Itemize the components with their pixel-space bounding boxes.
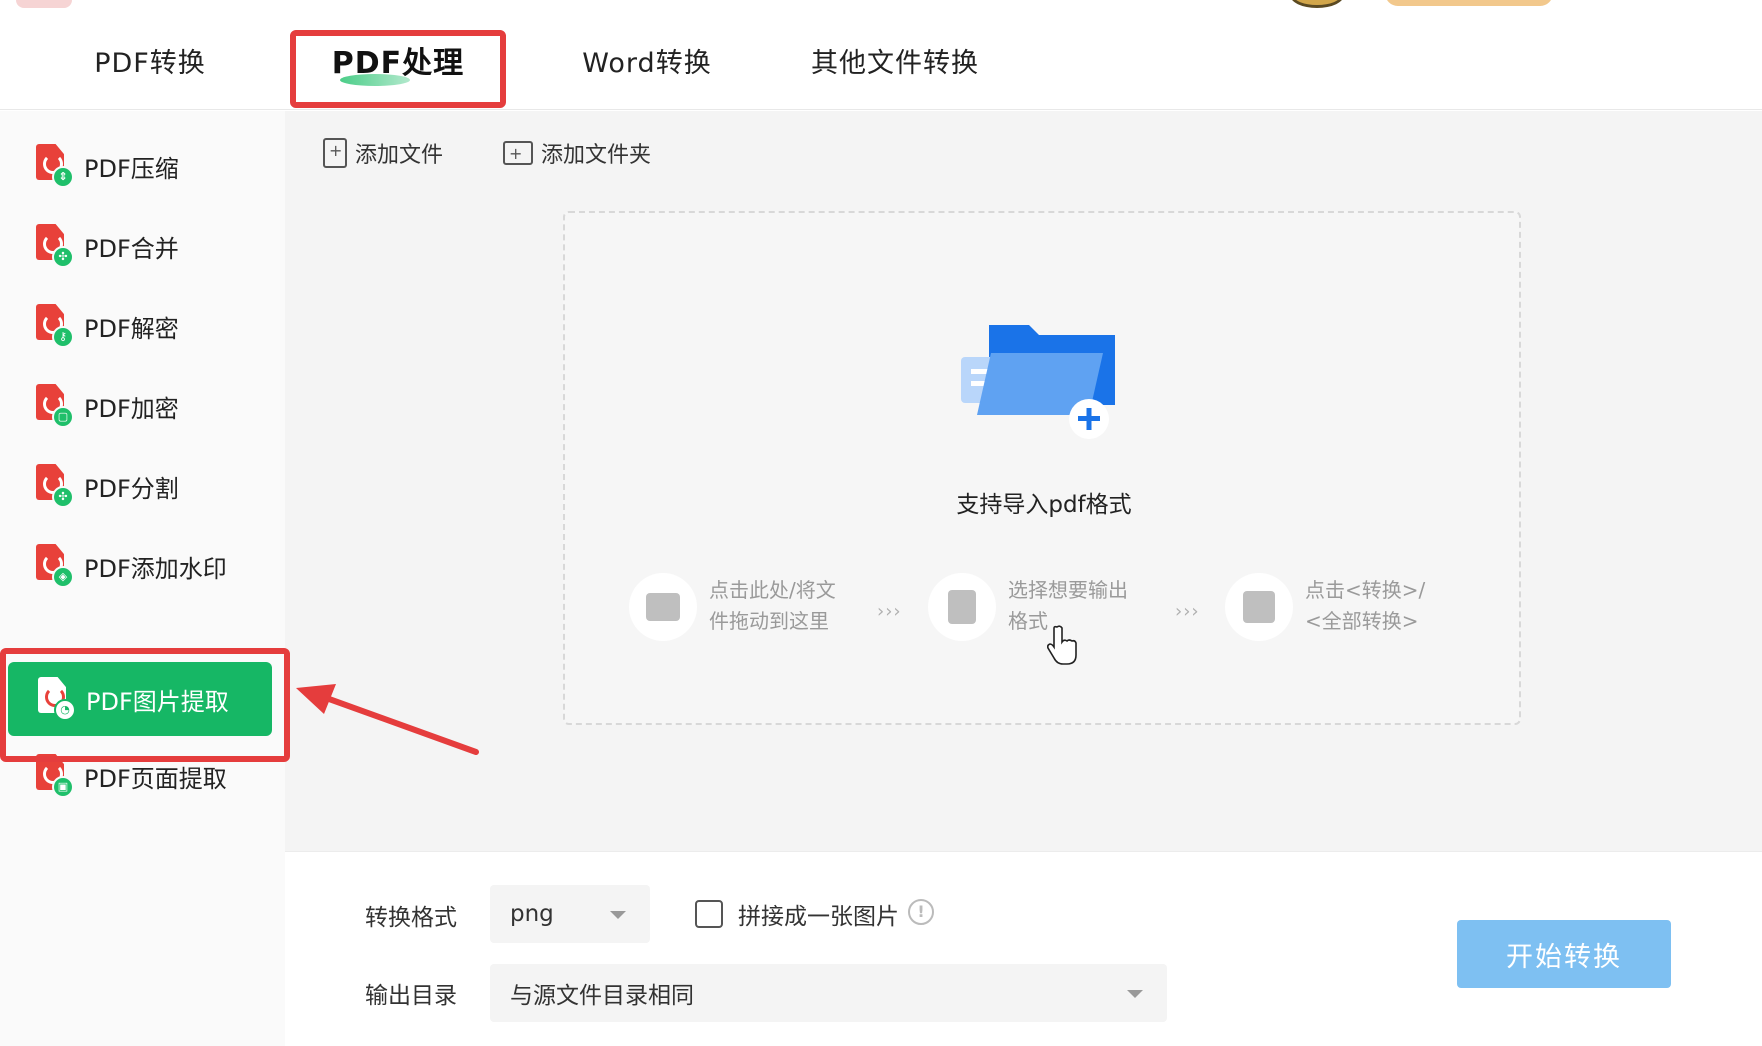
step-line: 点击<转换>/ — [1305, 578, 1426, 602]
tab-label: PDF转换 — [94, 47, 206, 79]
sidebar-item-compress[interactable]: ⇕ PDF压缩 — [30, 131, 280, 201]
step-text: 点击此处/将文 件拖动到这里 — [709, 575, 859, 637]
step-text: 点击<转换>/ <全部转换> — [1305, 575, 1455, 637]
sidebar-item-image-extract[interactable]: ◔ PDF图片提取 — [8, 662, 272, 736]
sidebar-item-watermark[interactable]: ◈ PDF添加水印 — [30, 531, 280, 601]
file-export-icon — [928, 573, 996, 641]
hand-cursor-icon — [1047, 625, 1077, 665]
step-line: 点击此处/将文 — [709, 578, 836, 602]
sidebar: ⇕ PDF压缩 ✣ PDF合并 ⚷ PDF解密 ▢ PDF加密 ✣ PDF分割 … — [0, 111, 285, 1046]
vip-button[interactable] — [1385, 0, 1553, 6]
add-folder-button[interactable]: 添加文件夹 — [503, 133, 651, 173]
output-dir-select[interactable]: 与源文件目录相同 — [490, 964, 1167, 1022]
sidebar-item-split[interactable]: ✣ PDF分割 — [30, 451, 280, 521]
tab-bar: PDF转换 PDF处理 Word转换 其他文件转换 — [0, 10, 1762, 110]
sidebar-item-label: PDF添加水印 — [84, 554, 227, 583]
coin-icon[interactable] — [1290, 0, 1344, 8]
tab-label: PDF处理 — [331, 46, 465, 81]
format-value: png — [510, 901, 554, 927]
start-convert-button[interactable]: 开始转换 — [1457, 920, 1671, 988]
pdf-compress-icon: ⇕ — [30, 140, 80, 192]
chevron-down-icon — [1127, 990, 1143, 998]
merge-checkbox[interactable] — [695, 900, 723, 928]
pdf-page-extract-icon: ▣ — [30, 750, 80, 802]
options-panel: 转换格式 png 拼接成一张图片 ! 输出目录 与源文件目录相同 开始转换 — [285, 851, 1762, 1046]
tab-pdf-process[interactable]: PDF处理 — [292, 10, 504, 110]
step-line: 选择想要输出 — [1008, 578, 1128, 602]
drop-zone[interactable]: 支持导入pdf格式 点击此处/将文 件拖动到这里 ››› 选择想要输出 格式 ›… — [563, 211, 1521, 725]
pdf-encrypt-icon: ▢ — [30, 380, 80, 432]
sidebar-item-label: PDF压缩 — [84, 154, 179, 183]
folder-plus-icon — [961, 325, 1115, 439]
chevron-separator: ››› — [877, 601, 902, 622]
step-format: 选择想要输出 格式 — [928, 573, 1158, 641]
pdf-merge-icon: ✣ — [30, 220, 80, 272]
support-text: 支持导入pdf格式 — [956, 492, 1132, 518]
top-strip — [0, 0, 1762, 10]
tab-label: Word转换 — [582, 47, 712, 79]
format-select[interactable]: png — [490, 885, 650, 943]
main-area: 添加文件 添加文件夹 支持导入pdf格式 点击此处/将文 件拖动到这里 ››› — [285, 111, 1762, 851]
tab-pdf-convert[interactable]: PDF转换 — [60, 10, 240, 110]
chevron-separator: ››› — [1175, 601, 1200, 622]
add-folder-label: 添加文件夹 — [541, 143, 652, 168]
annotation-arrow-icon — [296, 684, 479, 755]
output-dir-label: 输出目录 — [365, 983, 457, 1009]
pdf-image-extract-icon: ◔ — [32, 673, 82, 725]
step-line: 格式 — [1008, 609, 1048, 633]
add-file-label: 添加文件 — [355, 143, 444, 168]
folder-open-icon — [629, 573, 697, 641]
add-folder-icon — [503, 141, 533, 165]
info-icon[interactable]: ! — [908, 899, 934, 925]
step-line: <全部转换> — [1305, 609, 1419, 633]
sidebar-item-encrypt[interactable]: ▢ PDF加密 — [30, 371, 280, 441]
step-text: 选择想要输出 格式 — [1008, 575, 1158, 637]
sidebar-item-label: PDF分割 — [84, 474, 179, 503]
sidebar-item-label: PDF合并 — [84, 234, 179, 263]
pdf-decrypt-icon: ⚷ — [30, 300, 80, 352]
add-file-icon — [323, 138, 347, 168]
sidebar-item-label: PDF解密 — [84, 314, 179, 343]
sidebar-item-label: PDF图片提取 — [86, 687, 229, 716]
merge-label: 拼接成一张图片 — [738, 904, 899, 930]
sidebar-item-merge[interactable]: ✣ PDF合并 — [30, 211, 280, 281]
sidebar-item-label: PDF加密 — [84, 394, 179, 423]
tab-word-convert[interactable]: Word转换 — [552, 10, 742, 110]
pdf-split-icon: ✣ — [30, 460, 80, 512]
add-file-button[interactable]: 添加文件 — [323, 133, 443, 173]
tab-label: 其他文件转换 — [811, 47, 979, 79]
app-logo — [16, 0, 72, 8]
tab-other-convert[interactable]: 其他文件转换 — [790, 10, 1000, 110]
chevron-down-icon — [610, 911, 626, 919]
step-line: 件拖动到这里 — [709, 609, 829, 633]
output-dir-value: 与源文件目录相同 — [510, 983, 694, 1009]
pdf-watermark-icon: ◈ — [30, 540, 80, 592]
convert-icon — [1225, 573, 1293, 641]
sidebar-item-label: PDF页面提取 — [84, 764, 227, 793]
sidebar-item-decrypt[interactable]: ⚷ PDF解密 — [30, 291, 280, 361]
format-label: 转换格式 — [365, 905, 457, 931]
step-convert: 点击<转换>/ <全部转换> — [1225, 573, 1455, 641]
step-import: 点击此处/将文 件拖动到这里 — [629, 573, 859, 641]
sidebar-item-page-extract[interactable]: ▣ PDF页面提取 — [30, 741, 280, 811]
